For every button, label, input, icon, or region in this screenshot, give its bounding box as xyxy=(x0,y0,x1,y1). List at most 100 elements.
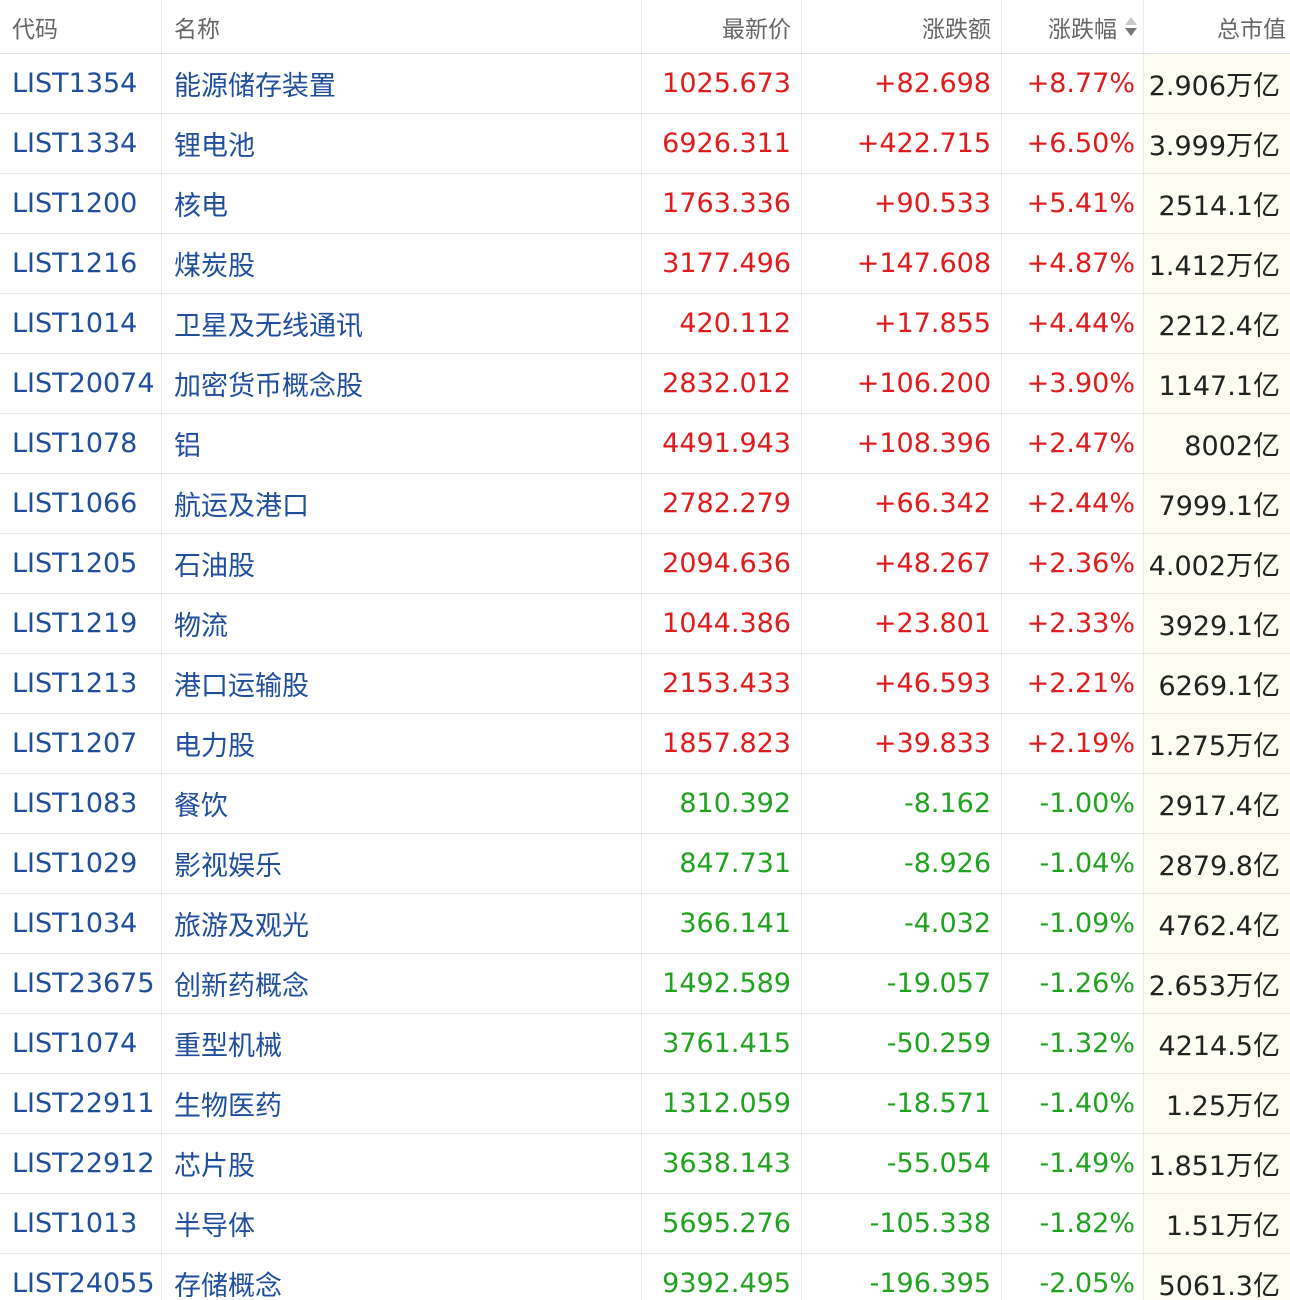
table-row[interactable]: LIST20074 加密货币概念股 2832.012 +106.200 +3.90% 11… xyxy=(0,354,1290,414)
row-name[interactable]: 生物医药 xyxy=(162,1074,642,1133)
table-row[interactable]: LIST1029 影视娱乐 847.731 -8.926 -1.04% 2879.8亿 xyxy=(0,834,1290,894)
table-row[interactable]: LIST1034 旅游及观光 366.141 -4.032 -1.09% 4762.4亿 xyxy=(0,894,1290,954)
table-row[interactable]: LIST1013 半导体 5695.276 -105.338 -1.82% 1.51万亿 xyxy=(0,1194,1290,1254)
row-code[interactable]: LIST1013 xyxy=(0,1194,162,1253)
row-cap: 2879.8亿 xyxy=(1144,834,1290,893)
row-price: 1492.589 xyxy=(642,954,802,1013)
row-change: +23.801 xyxy=(802,594,1002,653)
row-name[interactable]: 芯片股 xyxy=(162,1134,642,1193)
table-row[interactable]: LIST1207 电力股 1857.823 +39.833 +2.19% 1.275万亿 xyxy=(0,714,1290,774)
row-pct: -1.49% xyxy=(1002,1134,1144,1193)
header-code[interactable]: 代码 xyxy=(0,0,162,53)
row-name[interactable]: 物流 xyxy=(162,594,642,653)
header-change[interactable]: 涨跌额 xyxy=(802,0,1002,53)
row-change: +39.833 xyxy=(802,714,1002,773)
row-name[interactable]: 核电 xyxy=(162,174,642,233)
table-row[interactable]: LIST1213 港口运输股 2153.433 +46.593 +2.21% 6269.1… xyxy=(0,654,1290,714)
row-name[interactable]: 餐饮 xyxy=(162,774,642,833)
table-row[interactable]: LIST1014 卫星及无线通讯 420.112 +17.855 +4.44% 2212.… xyxy=(0,294,1290,354)
table-row[interactable]: LIST1219 物流 1044.386 +23.801 +2.33% 3929.1亿 xyxy=(0,594,1290,654)
table-row[interactable]: LIST22911 生物医药 1312.059 -18.571 -1.40% 1.25万亿 xyxy=(0,1074,1290,1134)
row-code[interactable]: LIST1029 xyxy=(0,834,162,893)
row-name[interactable]: 航运及港口 xyxy=(162,474,642,533)
row-name[interactable]: 港口运输股 xyxy=(162,654,642,713)
row-name[interactable]: 重型机械 xyxy=(162,1014,642,1073)
row-name[interactable]: 锂电池 xyxy=(162,114,642,173)
row-change: +46.593 xyxy=(802,654,1002,713)
row-code[interactable]: LIST1354 xyxy=(0,54,162,113)
row-name[interactable]: 能源储存装置 xyxy=(162,54,642,113)
row-code[interactable]: LIST24055 xyxy=(0,1254,162,1300)
row-pct: +2.47% xyxy=(1002,414,1144,473)
table-row[interactable]: LIST22912 芯片股 3638.143 -55.054 -1.49% 1.851万亿 xyxy=(0,1134,1290,1194)
row-name[interactable]: 卫星及无线通讯 xyxy=(162,294,642,353)
row-code[interactable]: LIST1213 xyxy=(0,654,162,713)
row-name[interactable]: 存储概念 xyxy=(162,1254,642,1300)
row-pct: +4.44% xyxy=(1002,294,1144,353)
row-code[interactable]: LIST1205 xyxy=(0,534,162,593)
table-row[interactable]: LIST1066 航运及港口 2782.279 +66.342 +2.44% 7999.1… xyxy=(0,474,1290,534)
row-code[interactable]: LIST1074 xyxy=(0,1014,162,1073)
row-pct: +2.21% xyxy=(1002,654,1144,713)
row-name[interactable]: 创新药概念 xyxy=(162,954,642,1013)
header-name[interactable]: 名称 xyxy=(162,0,642,53)
table-row[interactable]: LIST1200 核电 1763.336 +90.533 +5.41% 2514.1亿 xyxy=(0,174,1290,234)
row-cap: 1.851万亿 xyxy=(1144,1134,1290,1193)
row-code[interactable]: LIST1066 xyxy=(0,474,162,533)
row-code[interactable]: LIST1207 xyxy=(0,714,162,773)
table-row[interactable]: LIST1083 餐饮 810.392 -8.162 -1.00% 2917.4亿 xyxy=(0,774,1290,834)
header-cap[interactable]: 总市值 xyxy=(1144,0,1290,53)
row-pct: -1.00% xyxy=(1002,774,1144,833)
row-price: 1025.673 xyxy=(642,54,802,113)
row-cap: 2514.1亿 xyxy=(1144,174,1290,233)
row-cap: 5061.3亿 xyxy=(1144,1254,1290,1300)
row-code[interactable]: LIST23675 xyxy=(0,954,162,1013)
row-price: 2094.636 xyxy=(642,534,802,593)
header-price[interactable]: 最新价 xyxy=(642,0,802,53)
row-name[interactable]: 石油股 xyxy=(162,534,642,593)
row-code[interactable]: LIST20074 xyxy=(0,354,162,413)
row-pct: +2.36% xyxy=(1002,534,1144,593)
row-name[interactable]: 旅游及观光 xyxy=(162,894,642,953)
row-code[interactable]: LIST1216 xyxy=(0,234,162,293)
row-pct: +4.87% xyxy=(1002,234,1144,293)
table-row[interactable]: LIST1205 石油股 2094.636 +48.267 +2.36% 4.002万亿 xyxy=(0,534,1290,594)
row-code[interactable]: LIST1334 xyxy=(0,114,162,173)
row-change: +66.342 xyxy=(802,474,1002,533)
row-change: -196.395 xyxy=(802,1254,1002,1300)
row-code[interactable]: LIST1078 xyxy=(0,414,162,473)
row-price: 3177.496 xyxy=(642,234,802,293)
row-pct: -1.26% xyxy=(1002,954,1144,1013)
row-pct: +6.50% xyxy=(1002,114,1144,173)
table-row[interactable]: LIST1354 能源储存装置 1025.673 +82.698 +8.77% 2.906… xyxy=(0,54,1290,114)
table-row[interactable]: LIST1334 锂电池 6926.311 +422.715 +6.50% 3.999万亿 xyxy=(0,114,1290,174)
row-name[interactable]: 加密货币概念股 xyxy=(162,354,642,413)
row-code[interactable]: LIST1219 xyxy=(0,594,162,653)
row-name[interactable]: 影视娱乐 xyxy=(162,834,642,893)
sort-desc-icon[interactable] xyxy=(1125,17,1137,36)
row-name[interactable]: 半导体 xyxy=(162,1194,642,1253)
header-pct-label: 涨跌幅 xyxy=(1048,16,1117,43)
row-change: -8.926 xyxy=(802,834,1002,893)
row-pct: +2.33% xyxy=(1002,594,1144,653)
row-cap: 2.906万亿 xyxy=(1144,54,1290,113)
row-name[interactable]: 煤炭股 xyxy=(162,234,642,293)
row-change: +108.396 xyxy=(802,414,1002,473)
row-code[interactable]: LIST1200 xyxy=(0,174,162,233)
row-code[interactable]: LIST22912 xyxy=(0,1134,162,1193)
row-name[interactable]: 铝 xyxy=(162,414,642,473)
row-code[interactable]: LIST1083 xyxy=(0,774,162,833)
row-code[interactable]: LIST1014 xyxy=(0,294,162,353)
table-row[interactable]: LIST1074 重型机械 3761.415 -50.259 -1.32% 4214.5亿 xyxy=(0,1014,1290,1074)
row-cap: 2.653万亿 xyxy=(1144,954,1290,1013)
table-row[interactable]: LIST1078 铝 4491.943 +108.396 +2.47% 8002亿 xyxy=(0,414,1290,474)
table-row[interactable]: LIST23675 创新药概念 1492.589 -19.057 -1.26% 2.653… xyxy=(0,954,1290,1014)
header-pct[interactable]: 涨跌幅 xyxy=(1002,0,1144,53)
row-cap: 4.002万亿 xyxy=(1144,534,1290,593)
row-code[interactable]: LIST1034 xyxy=(0,894,162,953)
row-name[interactable]: 电力股 xyxy=(162,714,642,773)
row-code[interactable]: LIST22911 xyxy=(0,1074,162,1133)
row-change: -4.032 xyxy=(802,894,1002,953)
table-row[interactable]: LIST24055 存储概念 9392.495 -196.395 -2.05% 5061.… xyxy=(0,1254,1290,1300)
table-row[interactable]: LIST1216 煤炭股 3177.496 +147.608 +4.87% 1.412万亿 xyxy=(0,234,1290,294)
